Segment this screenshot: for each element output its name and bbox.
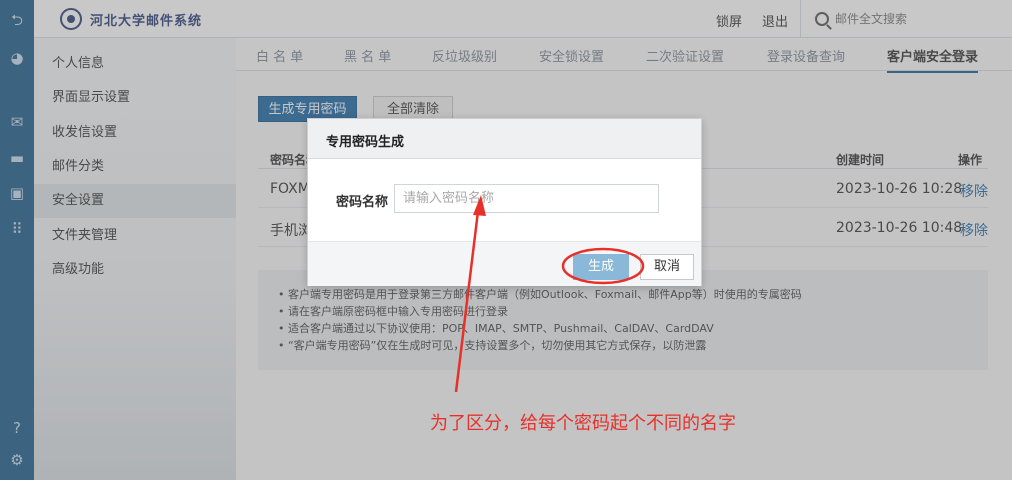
generate-password-dialog: 专用密码生成 密码名称 生成 取消 (307, 118, 702, 286)
cancel-button[interactable]: 取消 (640, 254, 694, 280)
generate-button[interactable]: 生成 (573, 254, 629, 280)
dialog-title: 专用密码生成 (308, 119, 701, 159)
password-name-label: 密码名称 (336, 195, 389, 210)
password-name-input[interactable] (394, 184, 659, 213)
annotation-text: 为了区分，给每个密码起个不同的名字 (430, 413, 736, 434)
